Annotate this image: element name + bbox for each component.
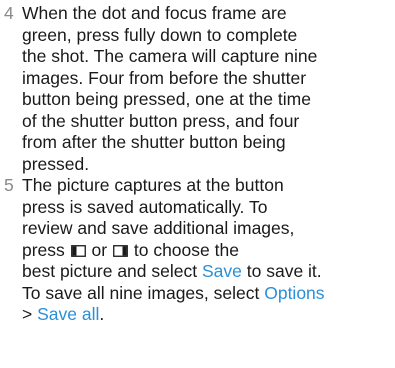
text-line: best picture and select Save to save it. xyxy=(22,261,392,283)
step-text: When the dot and focus frame are green, … xyxy=(22,3,392,175)
save-link: Save xyxy=(201,261,242,281)
text-line: When the dot and focus frame are xyxy=(22,3,287,23)
text-line: pressed. xyxy=(22,153,90,174)
line-rest: to choose the xyxy=(133,239,239,260)
text-line: press or to choose the xyxy=(22,240,392,262)
menu-separator: > xyxy=(22,304,33,324)
line-text: best picture and select xyxy=(22,261,198,281)
text-line: > Save all. xyxy=(22,304,392,326)
step-text: The picture captures at the button press… xyxy=(22,175,392,326)
text-line: review and save additional images, xyxy=(22,218,295,238)
text-line: green, press fully down to complete xyxy=(22,24,298,45)
text-line: of the shutter button press, and four xyxy=(22,110,300,131)
text-line: the shot. The camera will capture nine xyxy=(22,46,318,66)
step-number: 4 xyxy=(4,3,14,23)
line-text: to save it. xyxy=(246,261,322,281)
text-line: from after the shutter button being xyxy=(22,132,286,152)
text-line: To save all nine images, select Options xyxy=(22,283,392,305)
text-line: press is saved automatically. To xyxy=(22,196,268,217)
right-selection-key-icon xyxy=(113,244,128,257)
or-word: or xyxy=(91,239,108,260)
text-line: The picture captures at the button xyxy=(22,175,284,195)
line-text: . xyxy=(99,304,105,324)
text-line: button being pressed, one at the time xyxy=(22,89,311,109)
options-link: Options xyxy=(264,282,325,303)
left-selection-key-icon xyxy=(70,244,86,257)
text-line: images. Four from before the shutter xyxy=(22,67,307,88)
step-number: 5 xyxy=(4,175,14,195)
line-text: To save all nine images, select xyxy=(22,282,260,303)
press-word: press xyxy=(22,239,65,260)
save-all-link: Save all xyxy=(37,304,100,324)
instruction-document: 4 When the dot and focus frame are green… xyxy=(0,0,395,368)
